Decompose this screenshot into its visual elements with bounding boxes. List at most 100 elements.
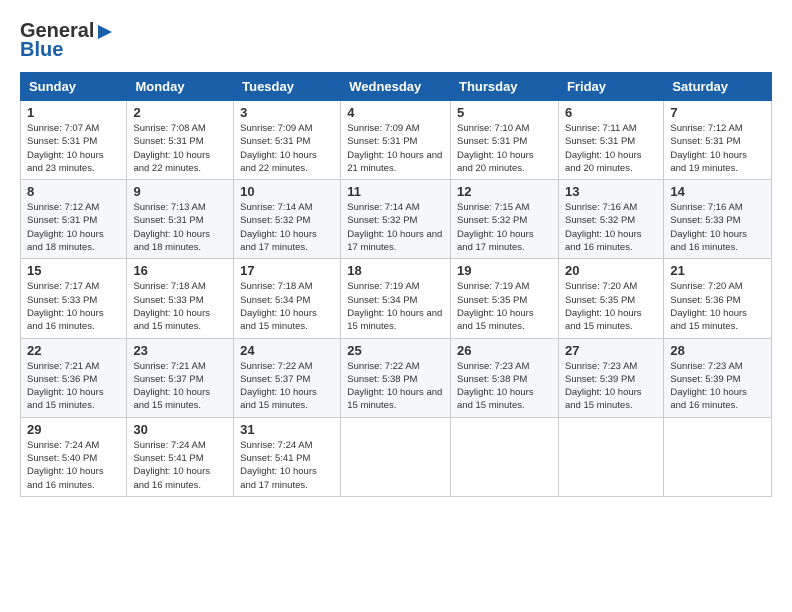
day-header-wednesday: Wednesday [341, 73, 451, 101]
calendar-cell: 29 Sunrise: 7:24 AMSunset: 5:40 PMDaylig… [21, 417, 127, 496]
cell-info: Sunrise: 7:16 AMSunset: 5:33 PMDaylight:… [670, 201, 765, 254]
cell-info: Sunrise: 7:22 AMSunset: 5:38 PMDaylight:… [347, 360, 444, 413]
day-number: 14 [670, 184, 765, 199]
calendar-cell: 24 Sunrise: 7:22 AMSunset: 5:37 PMDaylig… [234, 338, 341, 417]
cell-info: Sunrise: 7:13 AMSunset: 5:31 PMDaylight:… [133, 201, 227, 254]
logo-blue: Blue [20, 39, 63, 62]
calendar-cell: 20 Sunrise: 7:20 AMSunset: 5:35 PMDaylig… [558, 259, 663, 338]
calendar-table: SundayMondayTuesdayWednesdayThursdayFrid… [20, 72, 772, 497]
day-number: 30 [133, 422, 227, 437]
calendar-cell: 28 Sunrise: 7:23 AMSunset: 5:39 PMDaylig… [664, 338, 772, 417]
cell-info: Sunrise: 7:20 AMSunset: 5:36 PMDaylight:… [670, 280, 765, 333]
cell-info: Sunrise: 7:16 AMSunset: 5:32 PMDaylight:… [565, 201, 657, 254]
cell-info: Sunrise: 7:14 AMSunset: 5:32 PMDaylight:… [347, 201, 444, 254]
day-number: 2 [133, 105, 227, 120]
cell-info: Sunrise: 7:19 AMSunset: 5:34 PMDaylight:… [347, 280, 444, 333]
day-number: 24 [240, 343, 334, 358]
day-number: 31 [240, 422, 334, 437]
calendar-cell: 4 Sunrise: 7:09 AMSunset: 5:31 PMDayligh… [341, 101, 451, 180]
cell-info: Sunrise: 7:21 AMSunset: 5:36 PMDaylight:… [27, 360, 120, 413]
logo: General Blue [20, 20, 114, 62]
cell-info: Sunrise: 7:12 AMSunset: 5:31 PMDaylight:… [670, 122, 765, 175]
calendar-cell: 15 Sunrise: 7:17 AMSunset: 5:33 PMDaylig… [21, 259, 127, 338]
calendar-cell: 3 Sunrise: 7:09 AMSunset: 5:31 PMDayligh… [234, 101, 341, 180]
day-number: 26 [457, 343, 552, 358]
day-number: 18 [347, 263, 444, 278]
cell-info: Sunrise: 7:12 AMSunset: 5:31 PMDaylight:… [27, 201, 120, 254]
day-number: 11 [347, 184, 444, 199]
day-header-thursday: Thursday [451, 73, 559, 101]
cell-info: Sunrise: 7:18 AMSunset: 5:33 PMDaylight:… [133, 280, 227, 333]
day-number: 7 [670, 105, 765, 120]
cell-info: Sunrise: 7:22 AMSunset: 5:37 PMDaylight:… [240, 360, 334, 413]
cell-info: Sunrise: 7:19 AMSunset: 5:35 PMDaylight:… [457, 280, 552, 333]
calendar-week-3: 15 Sunrise: 7:17 AMSunset: 5:33 PMDaylig… [21, 259, 772, 338]
calendar-cell: 19 Sunrise: 7:19 AMSunset: 5:35 PMDaylig… [451, 259, 559, 338]
calendar-cell: 11 Sunrise: 7:14 AMSunset: 5:32 PMDaylig… [341, 180, 451, 259]
day-header-tuesday: Tuesday [234, 73, 341, 101]
day-number: 17 [240, 263, 334, 278]
day-number: 13 [565, 184, 657, 199]
calendar-cell: 7 Sunrise: 7:12 AMSunset: 5:31 PMDayligh… [664, 101, 772, 180]
cell-info: Sunrise: 7:23 AMSunset: 5:39 PMDaylight:… [565, 360, 657, 413]
cell-info: Sunrise: 7:17 AMSunset: 5:33 PMDaylight:… [27, 280, 120, 333]
calendar-cell: 26 Sunrise: 7:23 AMSunset: 5:38 PMDaylig… [451, 338, 559, 417]
calendar-cell: 17 Sunrise: 7:18 AMSunset: 5:34 PMDaylig… [234, 259, 341, 338]
day-number: 10 [240, 184, 334, 199]
day-header-sunday: Sunday [21, 73, 127, 101]
cell-info: Sunrise: 7:18 AMSunset: 5:34 PMDaylight:… [240, 280, 334, 333]
cell-info: Sunrise: 7:10 AMSunset: 5:31 PMDaylight:… [457, 122, 552, 175]
day-number: 1 [27, 105, 120, 120]
calendar-cell: 1 Sunrise: 7:07 AMSunset: 5:31 PMDayligh… [21, 101, 127, 180]
cell-info: Sunrise: 7:21 AMSunset: 5:37 PMDaylight:… [133, 360, 227, 413]
day-number: 5 [457, 105, 552, 120]
cell-info: Sunrise: 7:09 AMSunset: 5:31 PMDaylight:… [240, 122, 334, 175]
day-number: 21 [670, 263, 765, 278]
calendar-cell [341, 417, 451, 496]
day-number: 20 [565, 263, 657, 278]
calendar-week-2: 8 Sunrise: 7:12 AMSunset: 5:31 PMDayligh… [21, 180, 772, 259]
calendar-cell: 8 Sunrise: 7:12 AMSunset: 5:31 PMDayligh… [21, 180, 127, 259]
calendar-cell: 25 Sunrise: 7:22 AMSunset: 5:38 PMDaylig… [341, 338, 451, 417]
cell-info: Sunrise: 7:23 AMSunset: 5:38 PMDaylight:… [457, 360, 552, 413]
cell-info: Sunrise: 7:24 AMSunset: 5:40 PMDaylight:… [27, 439, 120, 492]
calendar-cell: 12 Sunrise: 7:15 AMSunset: 5:32 PMDaylig… [451, 180, 559, 259]
cell-info: Sunrise: 7:20 AMSunset: 5:35 PMDaylight:… [565, 280, 657, 333]
day-number: 6 [565, 105, 657, 120]
day-header-saturday: Saturday [664, 73, 772, 101]
cell-info: Sunrise: 7:24 AMSunset: 5:41 PMDaylight:… [240, 439, 334, 492]
calendar-cell: 31 Sunrise: 7:24 AMSunset: 5:41 PMDaylig… [234, 417, 341, 496]
calendar-cell [664, 417, 772, 496]
day-number: 19 [457, 263, 552, 278]
calendar-cell: 6 Sunrise: 7:11 AMSunset: 5:31 PMDayligh… [558, 101, 663, 180]
calendar-cell: 18 Sunrise: 7:19 AMSunset: 5:34 PMDaylig… [341, 259, 451, 338]
calendar-body: 1 Sunrise: 7:07 AMSunset: 5:31 PMDayligh… [21, 101, 772, 497]
calendar-header-row: SundayMondayTuesdayWednesdayThursdayFrid… [21, 73, 772, 101]
cell-info: Sunrise: 7:15 AMSunset: 5:32 PMDaylight:… [457, 201, 552, 254]
calendar-cell [558, 417, 663, 496]
cell-info: Sunrise: 7:09 AMSunset: 5:31 PMDaylight:… [347, 122, 444, 175]
calendar-week-1: 1 Sunrise: 7:07 AMSunset: 5:31 PMDayligh… [21, 101, 772, 180]
logo-arrow-icon [96, 23, 114, 41]
calendar-week-5: 29 Sunrise: 7:24 AMSunset: 5:40 PMDaylig… [21, 417, 772, 496]
day-number: 3 [240, 105, 334, 120]
calendar-week-4: 22 Sunrise: 7:21 AMSunset: 5:36 PMDaylig… [21, 338, 772, 417]
calendar-cell: 27 Sunrise: 7:23 AMSunset: 5:39 PMDaylig… [558, 338, 663, 417]
calendar-cell: 13 Sunrise: 7:16 AMSunset: 5:32 PMDaylig… [558, 180, 663, 259]
day-number: 16 [133, 263, 227, 278]
calendar-cell: 21 Sunrise: 7:20 AMSunset: 5:36 PMDaylig… [664, 259, 772, 338]
day-number: 8 [27, 184, 120, 199]
day-number: 23 [133, 343, 227, 358]
day-header-monday: Monday [127, 73, 234, 101]
calendar-cell: 10 Sunrise: 7:14 AMSunset: 5:32 PMDaylig… [234, 180, 341, 259]
day-number: 15 [27, 263, 120, 278]
calendar-cell: 14 Sunrise: 7:16 AMSunset: 5:33 PMDaylig… [664, 180, 772, 259]
day-number: 12 [457, 184, 552, 199]
day-number: 9 [133, 184, 227, 199]
day-number: 25 [347, 343, 444, 358]
cell-info: Sunrise: 7:23 AMSunset: 5:39 PMDaylight:… [670, 360, 765, 413]
cell-info: Sunrise: 7:24 AMSunset: 5:41 PMDaylight:… [133, 439, 227, 492]
calendar-cell: 23 Sunrise: 7:21 AMSunset: 5:37 PMDaylig… [127, 338, 234, 417]
cell-info: Sunrise: 7:11 AMSunset: 5:31 PMDaylight:… [565, 122, 657, 175]
calendar-cell: 16 Sunrise: 7:18 AMSunset: 5:33 PMDaylig… [127, 259, 234, 338]
